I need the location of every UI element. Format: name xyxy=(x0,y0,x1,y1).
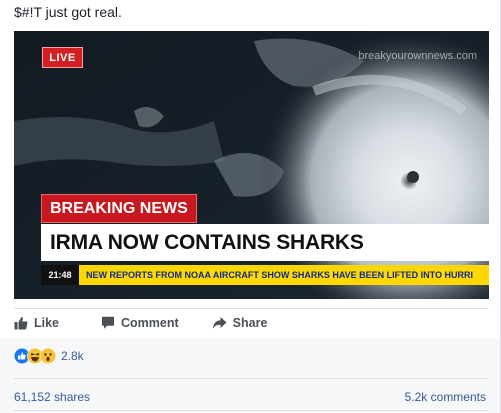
post-card: $#!T just got real. breakyourownnews.com… xyxy=(0,0,501,413)
breaking-news-label: BREAKING NEWS xyxy=(41,194,197,223)
reactions-section: 2.8k 61,152 shares 5.2k comments xyxy=(0,338,500,413)
live-badge: LIVE xyxy=(42,47,83,68)
ticker-time: 21:48 xyxy=(41,265,79,285)
divider xyxy=(14,410,489,411)
share-label: Share xyxy=(232,316,268,330)
post-text: $#!T just got real. xyxy=(14,4,122,20)
news-ticker: 21:48 NEW REPORTS FROM NOAA AIRCRAFT SHO… xyxy=(41,265,489,285)
comment-icon xyxy=(102,316,115,329)
comment-button[interactable]: Comment xyxy=(101,316,179,330)
comments-count[interactable]: 5.2k comments xyxy=(405,390,486,404)
post-image[interactable]: breakyourownnews.com LIVE BREAKING NEWS … xyxy=(14,31,489,299)
reaction-count[interactable]: 2.8k xyxy=(61,349,84,363)
headline-text: IRMA NOW CONTAINS SHARKS xyxy=(41,224,489,261)
share-button[interactable]: Share xyxy=(212,316,268,330)
watermark-text: breakyourownnews.com xyxy=(358,50,477,62)
reaction-summary[interactable]: 2.8k xyxy=(14,348,84,364)
comment-label: Comment xyxy=(121,316,179,330)
wow-reaction-icon xyxy=(40,348,56,364)
like-label: Like xyxy=(34,316,60,330)
thumbs-up-icon xyxy=(14,317,28,330)
divider xyxy=(14,378,489,379)
shares-count[interactable]: 61,152 shares xyxy=(14,390,90,404)
ticker-text: NEW REPORTS FROM NOAA AIRCRAFT SHOW SHAR… xyxy=(79,265,489,285)
like-button[interactable]: Like xyxy=(14,316,59,330)
share-arrow-icon xyxy=(212,317,227,329)
action-bar: Like Comment Share xyxy=(14,309,489,337)
